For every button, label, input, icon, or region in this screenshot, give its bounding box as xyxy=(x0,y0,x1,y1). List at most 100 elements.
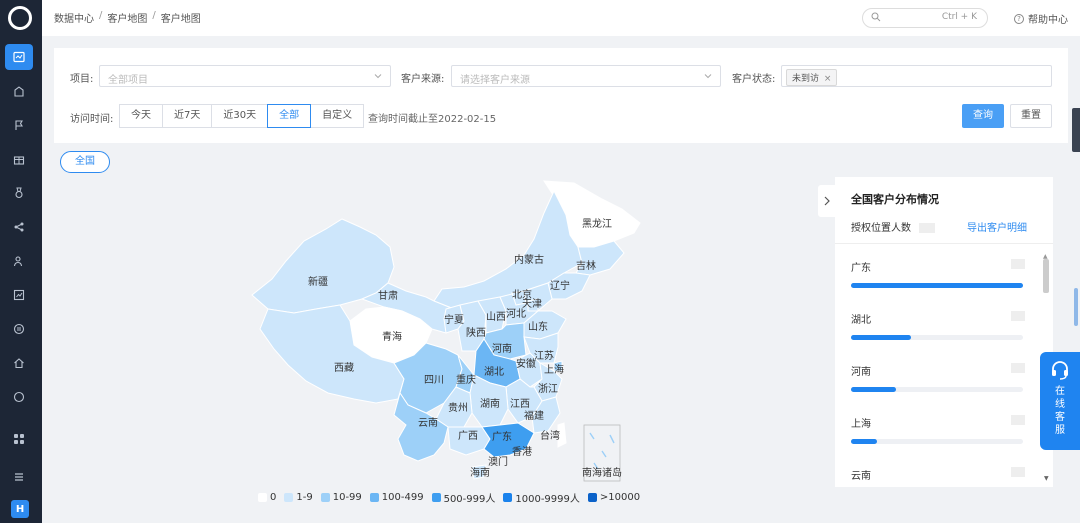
query-range-note: 查询时间截止至2022-02-15 xyxy=(368,114,497,125)
province-label: 辽宁 xyxy=(550,279,570,292)
user-avatar[interactable]: H xyxy=(11,500,29,518)
ranking-bar-fill xyxy=(851,439,877,444)
help-icon: ? xyxy=(1014,13,1024,24)
province-label: 福建 xyxy=(524,409,544,422)
export-detail-link[interactable]: 导出客户明细 xyxy=(967,219,1027,234)
scrollbar-thumb[interactable] xyxy=(1043,259,1049,293)
app-logo[interactable] xyxy=(8,6,32,30)
global-search-input[interactable]: Ctrl + K xyxy=(862,8,988,28)
legend-item[interactable]: 500-999人 xyxy=(431,490,495,505)
status-select[interactable]: 未到访 × xyxy=(781,65,1052,87)
query-button[interactable]: 查询 xyxy=(962,104,1004,128)
ranking-item[interactable]: 广东 xyxy=(851,259,1025,288)
province-label: 陕西 xyxy=(466,326,486,339)
province-label: 海南 xyxy=(470,466,490,479)
source-label: 客户来源: xyxy=(401,74,445,85)
province-label: 湖北 xyxy=(484,366,504,378)
masked-value xyxy=(919,223,935,233)
nav-gift-icon[interactable] xyxy=(5,146,33,172)
nav-menu-toggle-icon[interactable] xyxy=(5,464,33,490)
province-label: 云南 xyxy=(418,416,438,429)
legend-label: >10000 xyxy=(599,492,641,503)
nav-flag-icon[interactable] xyxy=(5,112,33,138)
filter-panel: 项目: 全部项目 客户来源: 请选择客户来源 客户状态: 未到访 × 访问时间:… xyxy=(54,48,1068,143)
panel-collapse-toggle[interactable] xyxy=(818,185,836,217)
legend-item[interactable]: 1-9 xyxy=(284,490,313,505)
masked-value xyxy=(1011,259,1025,269)
province-label: 广西 xyxy=(458,430,478,442)
legend-label: 10-99 xyxy=(332,492,362,503)
breadcrumb-item[interactable]: 客户地图 xyxy=(107,10,147,25)
province-label: 上海 xyxy=(544,363,564,376)
nav-share-icon[interactable] xyxy=(5,214,33,240)
masked-value xyxy=(1011,311,1025,321)
province-label: 黑龙江 xyxy=(582,217,612,230)
tab-last-7-days[interactable]: 近7天 xyxy=(162,104,213,128)
tab-all[interactable]: 全部 xyxy=(267,104,312,128)
online-service-button[interactable]: 在线客服 xyxy=(1040,352,1080,450)
province-label: 澳门 xyxy=(488,455,508,468)
source-select[interactable]: 请选择客户来源 xyxy=(451,65,721,87)
project-select[interactable]: 全部项目 xyxy=(99,65,391,87)
legend-item[interactable]: 1000-9999人 xyxy=(503,490,580,505)
left-sidebar: H xyxy=(0,0,42,523)
legend-item[interactable]: 10-99 xyxy=(320,490,362,505)
ranking-item[interactable]: 上海 xyxy=(851,415,1025,444)
chevron-right-icon xyxy=(824,196,830,206)
reset-button[interactable]: 重置 xyxy=(1010,104,1052,128)
project-placeholder: 全部项目 xyxy=(108,75,148,86)
province-label: 吉林 xyxy=(576,259,596,272)
breadcrumb-item-current: 客户地图 xyxy=(160,14,201,25)
nav-coin-icon[interactable] xyxy=(5,316,33,342)
legend-label: 1-9 xyxy=(296,492,313,503)
province-label: 香港 xyxy=(512,446,532,458)
nav-users-icon[interactable] xyxy=(5,248,33,274)
legend-item[interactable]: 100-499 xyxy=(369,490,424,505)
tab-custom[interactable]: 自定义 xyxy=(310,104,365,128)
close-icon[interactable]: × xyxy=(824,74,832,84)
side-drawer-handle[interactable] xyxy=(1072,108,1080,152)
authorized-count-label: 授权位置人数 xyxy=(851,223,911,234)
province-label: 甘肃 xyxy=(378,289,398,302)
nav-data-center-icon[interactable] xyxy=(5,44,33,70)
chevron-down-icon xyxy=(704,74,712,79)
scroll-down-icon[interactable]: ▼ xyxy=(1044,475,1049,482)
status-label: 客户状态: xyxy=(732,74,776,85)
breadcrumb-item[interactable]: 数据中心 xyxy=(54,10,94,25)
search-icon xyxy=(871,12,881,22)
province-label: 四川 xyxy=(424,375,444,386)
province-label: 山西 xyxy=(486,311,506,323)
nav-home-icon[interactable] xyxy=(5,350,33,376)
ranking-item[interactable]: 云南 xyxy=(851,467,1025,483)
nav-building-icon[interactable] xyxy=(5,78,33,104)
ranking-bar-fill xyxy=(851,387,896,392)
tab-last-30-days[interactable]: 近30天 xyxy=(211,104,269,128)
legend-swatch xyxy=(369,493,379,502)
help-center-link[interactable]: ? 帮助中心 xyxy=(1014,11,1068,26)
ranking-bar xyxy=(851,387,1023,392)
panel-title: 全国客户分布情况 xyxy=(851,193,939,206)
province-label: 浙江 xyxy=(538,383,558,395)
province-label: 内蒙古 xyxy=(514,253,544,266)
nav-medal-icon[interactable] xyxy=(5,180,33,206)
legend-swatch xyxy=(320,493,330,502)
legend-swatch xyxy=(431,493,441,502)
ranking-item[interactable]: 湖北 xyxy=(851,311,1025,340)
province-label: 广东 xyxy=(492,430,512,443)
online-service-label: 在线客服 xyxy=(1055,386,1065,436)
legend-item[interactable]: >10000 xyxy=(587,490,641,505)
tab-today[interactable]: 今天 xyxy=(119,104,163,128)
nav-message-icon[interactable] xyxy=(5,384,33,410)
divider xyxy=(835,243,1053,244)
province-label: 重庆 xyxy=(456,373,476,386)
page-scroll-indicator[interactable] xyxy=(1074,288,1078,326)
ranking-item[interactable]: 河南 xyxy=(851,363,1025,392)
map-legend: 0 1-9 10-99 100-499 500-999人 1000-9999人 … xyxy=(258,490,640,505)
south-china-sea-islands xyxy=(589,432,615,470)
nav-apps-icon[interactable] xyxy=(5,426,33,452)
province-label: 青海 xyxy=(382,330,402,343)
nav-chart-icon[interactable] xyxy=(5,282,33,308)
status-tag: 未到访 × xyxy=(786,69,838,86)
breadcrumb-separator: / xyxy=(99,10,103,21)
legend-item[interactable]: 0 xyxy=(258,490,276,505)
